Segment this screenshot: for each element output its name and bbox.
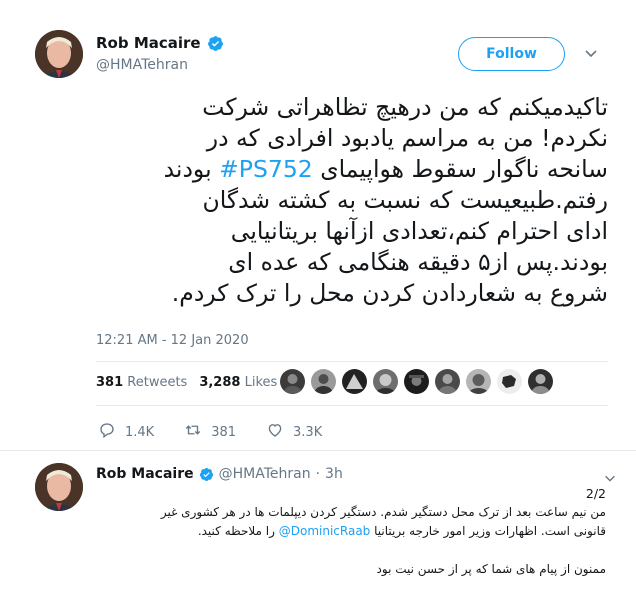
reply-separator: · — [315, 466, 321, 482]
tweet-text: تاکیدمیکنم که من درهیچ تظاهراتی شرکت نکر… — [88, 92, 608, 309]
mention-link[interactable]: @DominicRaab — [279, 524, 371, 538]
tweet-text-line: بودند.پس از۵ دقیقه هنگامی که عده ای — [228, 248, 608, 276]
reply-text-line: ممنون از پیام های شما که پر از حسن نیت ب… — [376, 562, 606, 576]
retweets-count: 381 — [96, 375, 124, 390]
thread-counter: 2/2 — [585, 486, 606, 501]
retweets-label: Retweets — [127, 375, 188, 390]
like-action[interactable]: 3.3K — [266, 421, 322, 443]
heart-icon — [266, 421, 284, 443]
liker-avatar[interactable] — [435, 369, 460, 394]
tweet-text-line: شروع به شعاردادن کردن محل را ترک کردم. — [171, 279, 608, 307]
likes-stat[interactable]: 3,288 Likes — [199, 375, 277, 392]
tweet-text-fragment: بودند — [163, 155, 212, 183]
verified-badge-icon — [207, 35, 224, 52]
tweet-timestamp[interactable]: 12:21 AM - 12 Jan 2020 — [96, 333, 249, 348]
liker-avatar[interactable] — [280, 369, 305, 394]
engagement-stats: 381 Retweets 3,288 Likes — [96, 372, 301, 392]
retweet-count: 381 — [211, 424, 237, 440]
liker-avatar[interactable] — [466, 369, 491, 394]
reply-text-fragment: قانونی است. اظهارات وزیر امور خارجه بریت… — [374, 524, 606, 538]
liker-avatar[interactable] — [373, 369, 398, 394]
liker-avatar[interactable] — [311, 369, 336, 394]
author-block: Rob Macaire @HMATehran — [96, 34, 224, 73]
hashtag-link[interactable]: #PS752 — [219, 155, 313, 183]
reply-text-line: قانونی است. اظهارات وزیر امور خارجه بریت… — [96, 522, 606, 541]
avatar[interactable] — [35, 30, 83, 78]
liker-avatar[interactable] — [342, 369, 367, 394]
verified-badge-icon — [199, 467, 214, 482]
tweet-text-line: تاکیدمیکنم که من درهیچ تظاهراتی شرکت — [202, 93, 608, 121]
follow-button[interactable]: Follow — [458, 37, 565, 71]
reply-author-handle[interactable]: @HMATehran — [219, 466, 311, 482]
divider — [0, 450, 636, 451]
author-handle[interactable]: @HMATehran — [96, 57, 224, 73]
liker-avatar[interactable] — [528, 369, 553, 394]
tweet-text-line: ادای احترام کنم،تعدادی ازآنها بریتانیایی — [230, 217, 608, 245]
reply-text-line: من نیم ساعت بعد از ترک محل دستگیر شدم. د… — [160, 505, 606, 519]
liker-avatar[interactable] — [497, 369, 522, 394]
reply-time[interactable]: 3h — [325, 466, 343, 482]
tweet-text-fragment: سانحه ناگوار سقوط هواپیمای — [320, 155, 608, 183]
liker-avatar[interactable] — [404, 369, 429, 394]
reply-icon — [98, 421, 116, 443]
reply-header: Rob Macaire @HMATehran · 3h — [96, 466, 343, 482]
divider — [96, 405, 608, 406]
like-count: 3.3K — [293, 424, 323, 440]
reply-avatar[interactable] — [35, 463, 83, 511]
author-name[interactable]: Rob Macaire — [96, 34, 201, 52]
chevron-down-icon[interactable] — [583, 45, 599, 61]
reply-text: 2/2 من نیم ساعت بعد از ترک محل دستگیر شد… — [96, 484, 606, 579]
likes-count: 3,288 — [199, 375, 241, 390]
retweet-icon — [184, 421, 202, 443]
retweets-stat[interactable]: 381 Retweets — [96, 375, 187, 392]
reply-text-fragment: را ملاحظه کنید. — [197, 524, 275, 538]
chevron-down-icon[interactable] — [603, 470, 617, 484]
reply-action[interactable]: 1.4K — [98, 421, 154, 443]
main-tweet: Rob Macaire @HMATehran Follow تاکیدمیکنم… — [0, 0, 636, 455]
liker-avatars — [280, 369, 553, 394]
tweet-actions: 1.4K 381 3.3K — [98, 421, 352, 443]
tweet-text-line: نکردم! من به مراسم یادبود افرادی که در — [206, 124, 608, 152]
likes-label: Likes — [244, 375, 278, 390]
reply-count: 1.4K — [125, 424, 155, 440]
reply-author-name[interactable]: Rob Macaire — [96, 466, 194, 482]
tweet-text-line: سانحه ناگوار سقوط هواپیمای #PS752 بودند — [88, 154, 608, 185]
retweet-action[interactable]: 381 — [184, 421, 236, 443]
tweet-text-line: رفتم.طبیعیست که نسبت به کشته شدگان — [202, 186, 608, 214]
divider — [96, 361, 608, 362]
